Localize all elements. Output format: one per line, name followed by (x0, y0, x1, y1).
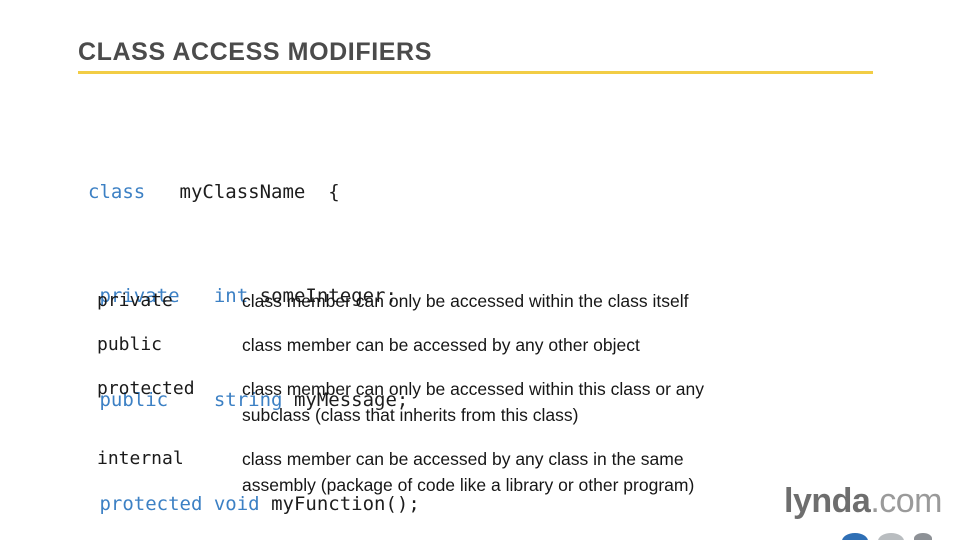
definition-description-protected-line1: class member can only be accessed within… (242, 379, 705, 399)
lynda-logo-tld: .com (870, 482, 942, 520)
definition-description-protected: class member can only be accessed within… (242, 376, 887, 428)
definition-description-internal-line1: class member can be accessed by any clas… (242, 449, 684, 469)
definition-description-private-line1: class member can only be accessed within… (242, 291, 689, 311)
cutoff-shape-blue (842, 533, 868, 540)
definition-term-public: public (97, 334, 163, 355)
definition-term-internal: internal (97, 448, 184, 469)
definition-row-private: private class member can only be accesse… (97, 288, 887, 314)
code-class-name: myClassName { (179, 181, 340, 203)
lynda-logo-name: lynda (784, 482, 871, 520)
slide-canvas: CLASS ACCESS MODIFIERS class myClassName… (0, 0, 960, 540)
definition-description-public: class member can be accessed by any othe… (242, 332, 887, 358)
code-gap-1 (145, 181, 179, 203)
definition-term-protected: protected (97, 378, 195, 399)
page-title: CLASS ACCESS MODIFIERS (78, 38, 432, 66)
definition-description-private: class member can only be accessed within… (242, 288, 887, 314)
title-underline-rule (78, 71, 873, 74)
modifier-definition-list: private class member can only be accesse… (97, 288, 887, 516)
definition-row-protected: protected class member can only be acces… (97, 376, 887, 428)
code-keyword-class: class (88, 181, 146, 203)
bottom-cutoff-graphic (842, 530, 938, 540)
definition-description-protected-line2: subclass (class that inherits from this … (242, 405, 579, 425)
cutoff-shape-dark (914, 533, 932, 540)
cutoff-shape-gray (878, 533, 904, 540)
definition-row-public: public class member can be accessed by a… (97, 332, 887, 358)
definition-row-internal: internal class member can be accessed by… (97, 446, 887, 498)
code-line-class-declaration: class myClassName { (88, 179, 420, 205)
definition-term-private: private (97, 290, 173, 311)
lynda-logo: lynda.com (784, 484, 942, 518)
definition-description-public-line1: class member can be accessed by any othe… (242, 335, 640, 355)
